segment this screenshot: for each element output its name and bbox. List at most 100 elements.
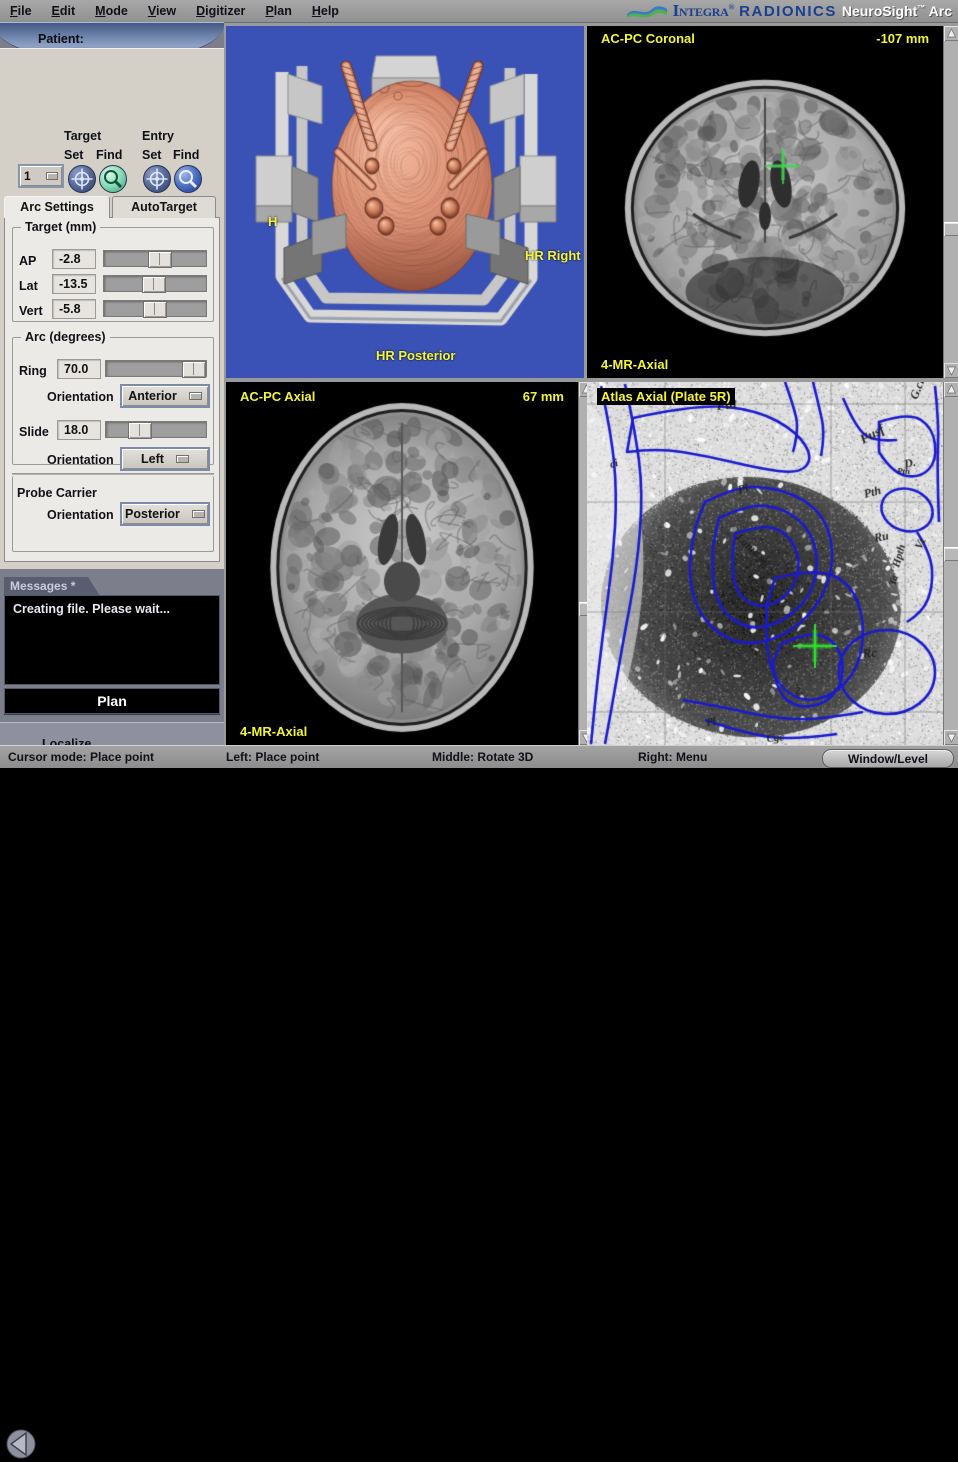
chevron-down-icon <box>188 392 202 400</box>
slide-orientation-value: Left <box>141 452 164 466</box>
lat-value[interactable]: -13.5 <box>52 274 96 294</box>
status-middle-button: Middle: Rotate 3D <box>432 750 534 764</box>
tab-autotarget[interactable]: AutoTarget <box>112 196 216 218</box>
brand-integra-text: INTEGRA® <box>672 1 735 20</box>
vert-slider[interactable] <box>103 300 207 318</box>
point-number-selector[interactable]: 1 <box>18 164 64 188</box>
slide-orientation-label: Orientation <box>47 453 114 467</box>
ring-value[interactable]: 70.0 <box>57 359 101 379</box>
viewport-axial[interactable]: AC-PC Axial 67 mm 4-MR-Axial <box>226 382 578 745</box>
scroll-down-icon[interactable] <box>944 363 958 378</box>
target-set-label: Set <box>64 148 84 162</box>
menu-item-file[interactable]: File <box>0 2 42 20</box>
viewport-atlas[interactable]: Atlas Axial (Plate 5R) <box>587 382 943 745</box>
entry-set-button[interactable] <box>143 165 171 193</box>
atlas-canvas[interactable] <box>587 382 943 745</box>
slide-orientation-dropdown[interactable]: Left <box>120 447 210 471</box>
status-bar: Cursor mode: Place point Left: Place poi… <box>0 745 958 768</box>
brand-radionics-text: RADIONICS <box>739 2 837 20</box>
viewport-3d[interactable]: HR Posterior HR Right H <box>226 26 584 378</box>
probe-group <box>12 476 214 552</box>
scroll-up-icon[interactable] <box>944 26 958 41</box>
lat-slider-thumb[interactable] <box>142 276 166 293</box>
messages-tab-label: Messages * <box>10 579 76 593</box>
target-heading: Target <box>64 129 102 143</box>
coronal-series: 4-MR-Axial <box>601 357 669 372</box>
scroll-up-icon[interactable] <box>944 382 958 397</box>
ring-label: Ring <box>19 364 47 378</box>
window-level-button[interactable]: Window/Level <box>822 749 954 768</box>
menu-item-mode[interactable]: Mode <box>85 2 138 20</box>
ap-slider-thumb[interactable] <box>148 251 172 268</box>
point-number-value: 1 <box>24 169 31 183</box>
arc-settings-panel: Target (mm) AP -2.8 Lat -13.5 Vert -5.8 … <box>4 217 220 562</box>
ring-orientation-label: Orientation <box>47 390 114 404</box>
axial-mri-canvas[interactable] <box>226 382 578 745</box>
vert-value[interactable]: -5.8 <box>52 299 96 319</box>
label-hr-right: HR Right <box>525 248 581 263</box>
menu-item-help[interactable]: Help <box>302 2 349 20</box>
slide-slider[interactable] <box>105 421 207 439</box>
coronal-scroll-thumb[interactable] <box>944 222 958 236</box>
vert-label: Vert <box>19 304 43 318</box>
entry-find-label: Find <box>173 148 200 162</box>
menu-item-digitizer[interactable]: Digitizer <box>186 2 255 20</box>
left-arrow-icon[interactable] <box>6 1429 36 1462</box>
axial-title: AC-PC Axial <box>240 389 316 404</box>
coronal-scrollbar[interactable] <box>943 26 958 378</box>
slide-label: Slide <box>19 425 49 439</box>
ap-value[interactable]: -2.8 <box>52 249 96 269</box>
entry-find-button[interactable] <box>174 165 202 193</box>
ap-slider[interactable] <box>103 250 207 268</box>
ring-slider[interactable] <box>105 360 207 378</box>
coronal-position: -107 mm <box>876 31 929 46</box>
axial-series: 4-MR-Axial <box>240 724 308 739</box>
application-window: File Edit Mode View Digitizer Plan Help … <box>0 0 958 1459</box>
atlas-title: Atlas Axial (Plate 5R) <box>597 388 735 405</box>
coronal-mri-canvas[interactable] <box>587 26 943 378</box>
lat-label: Lat <box>19 279 38 293</box>
menu-item-plan[interactable]: Plan <box>255 2 301 20</box>
messages-box: Creating file. Please wait... <box>4 595 220 685</box>
status-left-button: Left: Place point <box>226 750 320 764</box>
label-hr-left: H <box>268 214 278 229</box>
ring-orientation-dropdown[interactable]: Anterior <box>120 384 210 408</box>
patient-label: Patient: <box>38 32 84 46</box>
brand-product-text: NeuroSight™ Arc <box>841 3 952 19</box>
scroll-down-icon[interactable] <box>944 730 958 745</box>
status-right-button: Right: Menu <box>638 750 708 764</box>
vert-slider-thumb[interactable] <box>143 301 167 318</box>
settings-tabs: Arc Settings AutoTarget <box>4 196 220 218</box>
entry-heading: Entry <box>142 129 174 143</box>
ring-orientation-value: Anterior <box>128 389 177 403</box>
menu-bar: File Edit Mode View Digitizer Plan Help … <box>0 0 958 23</box>
menu-item-view[interactable]: View <box>138 2 186 20</box>
tab-arc-settings[interactable]: Arc Settings <box>4 196 110 218</box>
axial-position: 67 mm <box>522 389 564 404</box>
plan-button[interactable]: Plan <box>4 688 220 714</box>
menu-item-edit[interactable]: Edit <box>42 2 86 20</box>
label-hr-posterior: HR Posterior <box>376 348 456 363</box>
target-group-title: Target (mm) <box>21 220 101 234</box>
slide-value[interactable]: 18.0 <box>57 420 101 440</box>
chevron-down-icon <box>46 172 58 180</box>
target-set-button[interactable] <box>68 165 96 193</box>
3d-render-canvas[interactable] <box>226 26 584 378</box>
slide-slider-thumb[interactable] <box>128 422 152 439</box>
atlas-scroll-thumb[interactable] <box>944 547 958 561</box>
chevron-down-icon <box>175 455 189 463</box>
brand-logo: INTEGRA® RADIONICS NeuroSight™ Arc <box>626 1 952 21</box>
status-cursor-mode: Cursor mode: Place point <box>8 750 155 764</box>
atlas-scrollbar[interactable] <box>943 382 958 745</box>
ring-slider-thumb[interactable] <box>182 361 206 378</box>
target-find-button[interactable] <box>99 165 127 193</box>
left-control-panel: Patient: Target Entry Set Find Set Find … <box>0 22 224 1459</box>
target-find-label: Find <box>96 148 123 162</box>
lat-slider[interactable] <box>103 275 207 293</box>
divider <box>12 473 214 475</box>
integra-swoosh-icon <box>626 4 668 19</box>
viewport-coronal[interactable]: AC-PC Coronal -107 mm 4-MR-Axial <box>587 26 943 378</box>
ap-label: AP <box>19 254 37 268</box>
messages-text: Creating file. Please wait... <box>13 602 171 616</box>
entry-set-label: Set <box>142 148 162 162</box>
